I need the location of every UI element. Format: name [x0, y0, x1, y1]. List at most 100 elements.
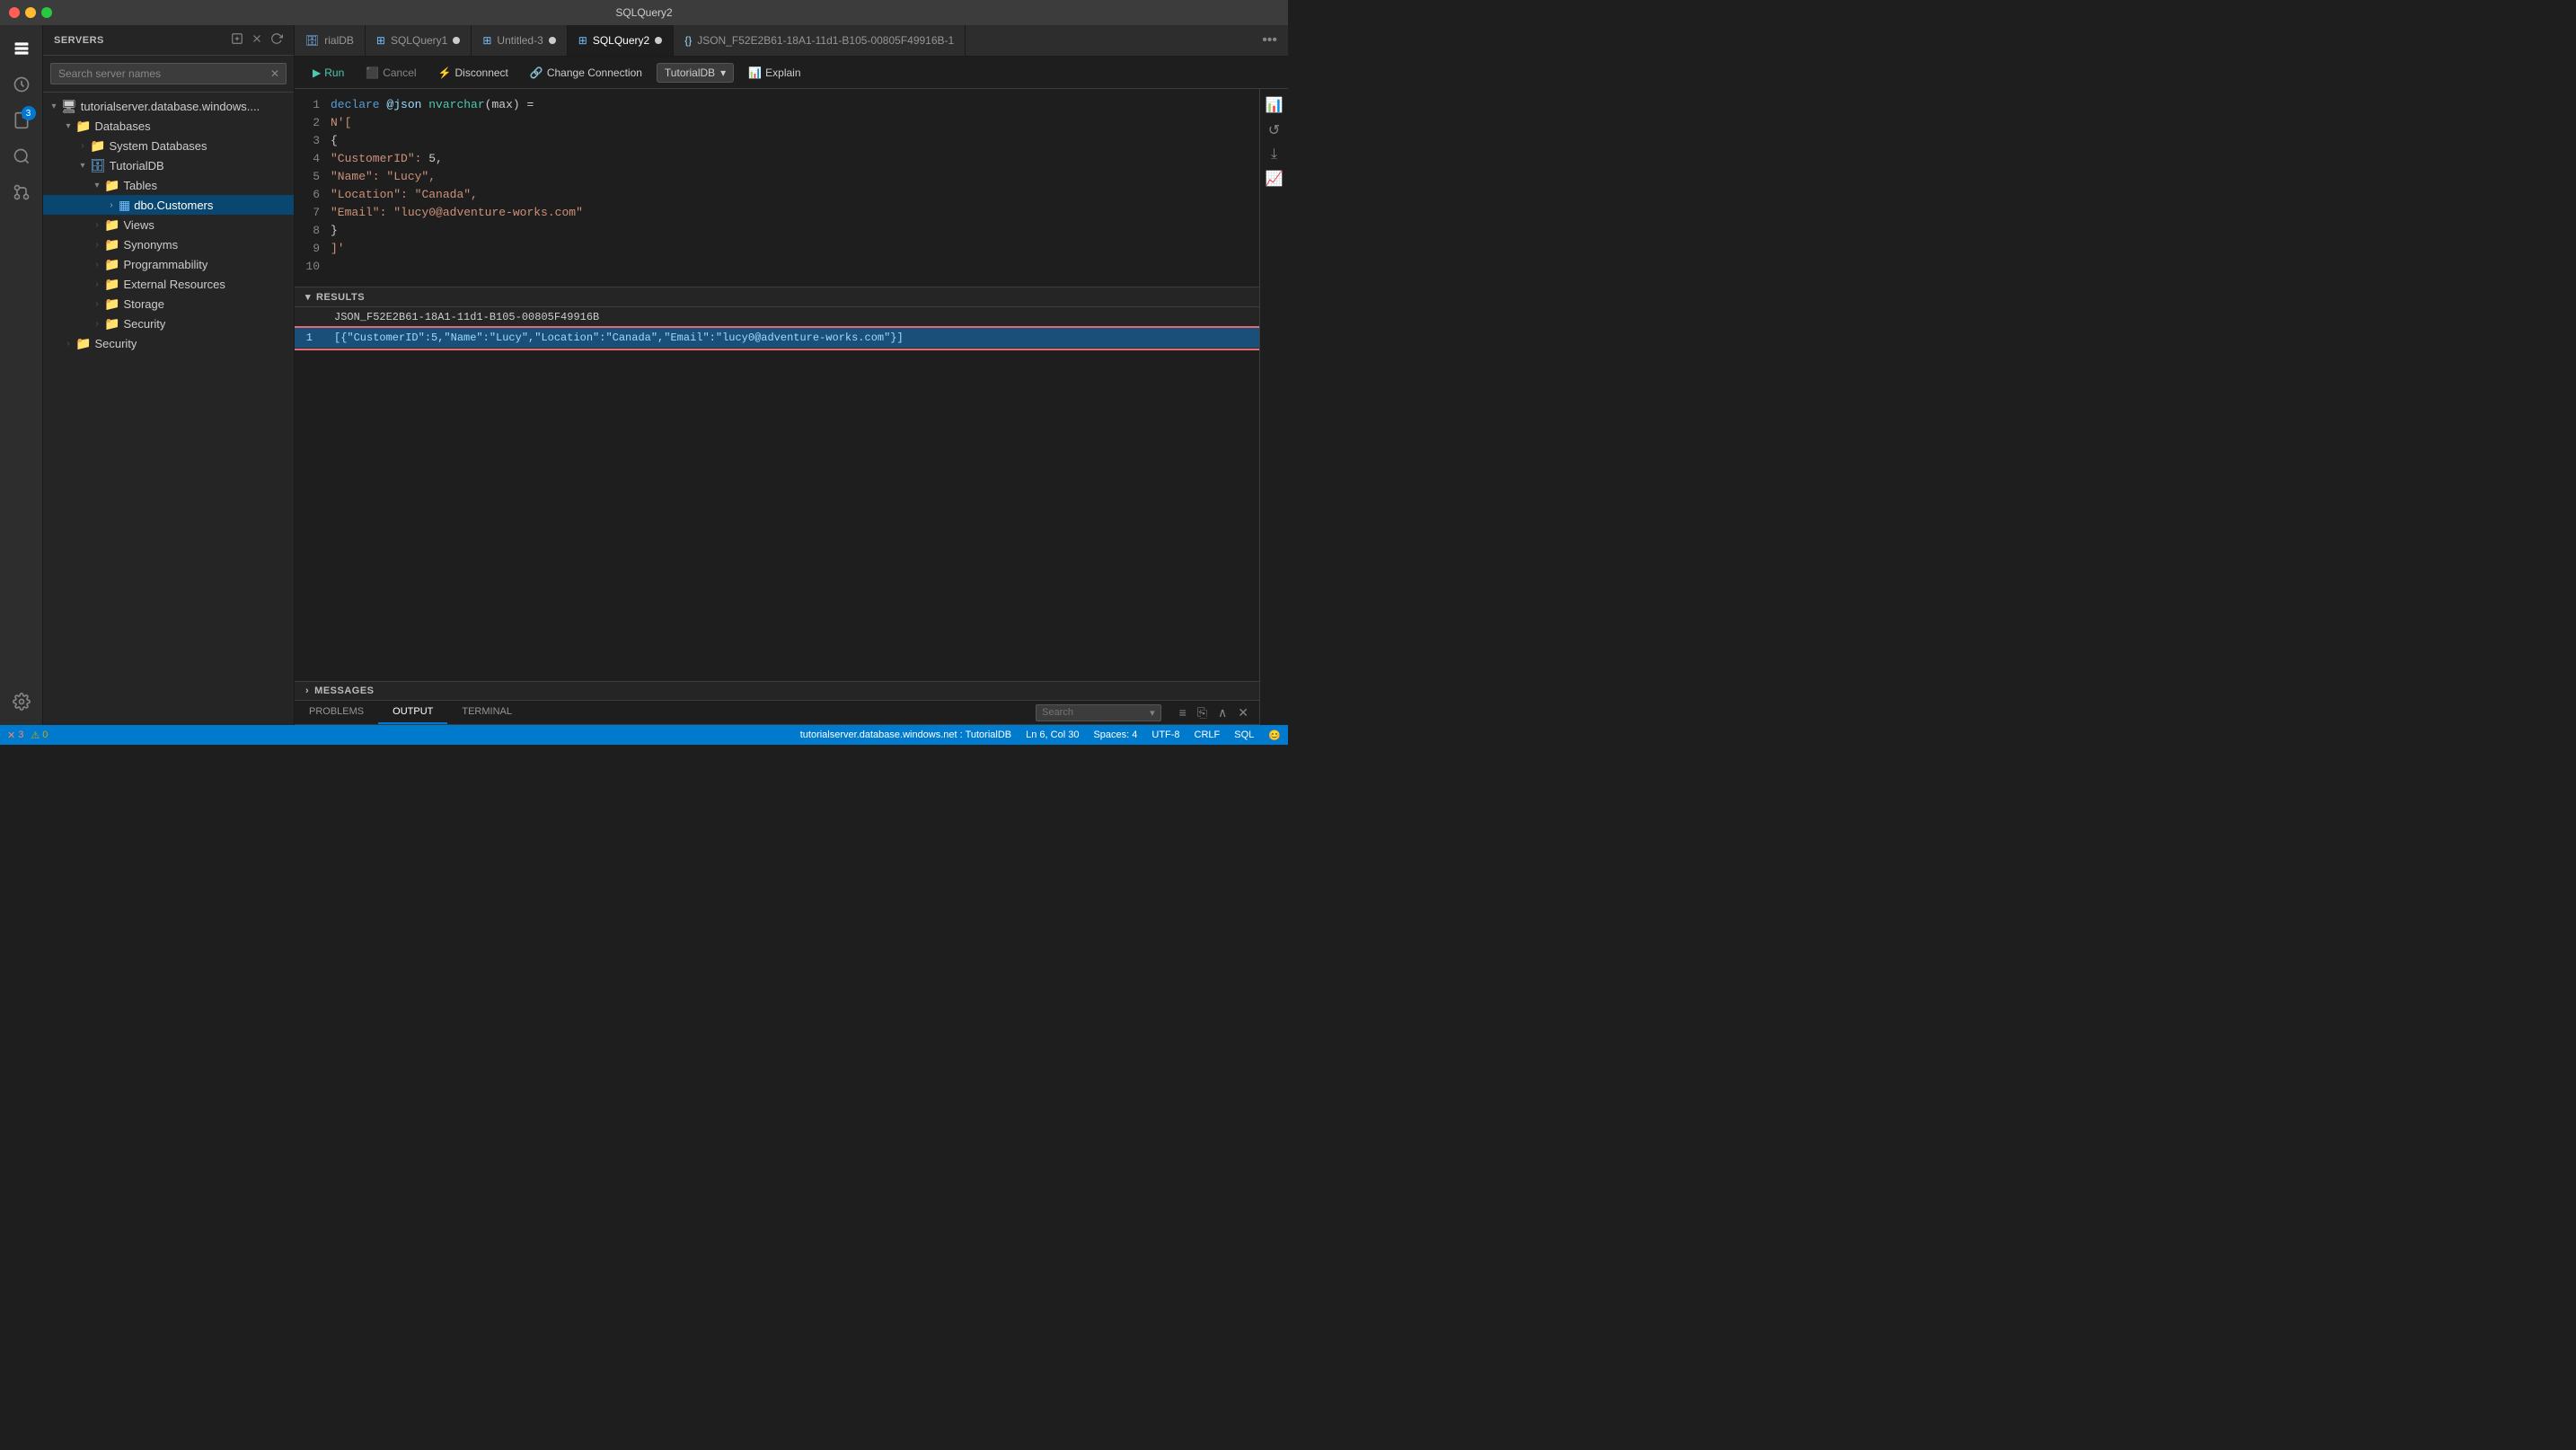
tree-dbo-customers[interactable]: › ▦ dbo.Customers: [43, 195, 294, 215]
search-clear-icon[interactable]: ✕: [270, 67, 279, 80]
tab-terminal[interactable]: TERMINAL: [447, 701, 526, 724]
messages-search-icon: ▾: [1150, 707, 1155, 719]
messages-header[interactable]: › MESSAGES: [295, 682, 1259, 701]
tree-tables[interactable]: ▾ 📁 Tables: [43, 175, 294, 195]
minimize-button[interactable]: [25, 7, 36, 18]
smiley-icon[interactable]: 😊: [1268, 729, 1281, 741]
change-connection-button[interactable]: 🔗 Change Connection: [523, 64, 649, 82]
activity-servers[interactable]: [5, 32, 38, 65]
result-row[interactable]: 1 [{"CustomerID":5,"Name":"Lucy","Locati…: [295, 328, 1259, 349]
tab-output[interactable]: OUTPUT: [378, 701, 447, 724]
tab-db-icon: 🗄: [305, 34, 319, 47]
tab-rialdb[interactable]: 🗄 rialDB: [295, 25, 366, 56]
activity-files[interactable]: 3: [5, 104, 38, 137]
tab-problems[interactable]: PROBLEMS: [295, 701, 378, 724]
scroll-up-icon[interactable]: ∧: [1214, 703, 1231, 722]
run-button[interactable]: ▶ Run: [305, 64, 351, 82]
connection-dropdown[interactable]: TutorialDB ▾: [657, 63, 734, 83]
error-count[interactable]: ✕ 3: [7, 729, 23, 741]
sidebar: SERVERS ✕ ▾ 🖥 tuto: [43, 25, 295, 725]
status-right: tutorialserver.database.windows.net : Tu…: [800, 729, 1281, 741]
traffic-lights: [9, 7, 52, 18]
views-chevron-icon: ›: [90, 220, 104, 230]
tab-more-button[interactable]: •••: [1251, 25, 1288, 56]
customers-label: dbo.Customers: [134, 199, 213, 212]
warning-count[interactable]: ⚠ 0: [31, 729, 48, 741]
maximize-button[interactable]: [41, 7, 52, 18]
tables-label: Tables: [123, 179, 157, 192]
storage-chevron-icon: ›: [90, 299, 104, 309]
tree-storage[interactable]: › 📁 Storage: [43, 294, 294, 314]
close-panel-icon[interactable]: ✕: [1234, 703, 1252, 722]
tab-sqlquery1[interactable]: ⊞ SQLQuery1: [366, 25, 472, 56]
tables-chevron-icon: ▾: [90, 181, 104, 190]
new-connection-icon[interactable]: [231, 32, 243, 48]
system-db-folder-icon: 📁: [90, 138, 105, 154]
line-ending-status: CRLF: [1195, 729, 1221, 740]
databases-chevron-icon: ▾: [61, 121, 75, 131]
results-body[interactable]: JSON_F52E2B61-18A1-11d1-B105-00805F49916…: [295, 307, 1259, 681]
explain-button[interactable]: 📊 Explain: [741, 64, 807, 82]
tree-security-server[interactable]: › 📁 Security: [43, 333, 294, 353]
activity-settings[interactable]: [5, 685, 38, 718]
tree-views[interactable]: › 📁 Views: [43, 215, 294, 234]
tree-server[interactable]: ▾ 🖥 tutorialserver.database.windows....: [43, 96, 294, 116]
language-status[interactable]: SQL: [1234, 729, 1254, 740]
tab-sql3-icon: ⊞: [578, 34, 587, 47]
tables-folder-icon: 📁: [104, 178, 119, 193]
tab-sql1-icon: ⊞: [376, 34, 385, 47]
messages-toolbar: ▾ ≡ ⎘ ∧ ✕: [1028, 701, 1259, 724]
security-db-folder-icon: 📁: [104, 316, 119, 332]
chart-bar-icon[interactable]: 📊: [1266, 96, 1284, 114]
tutorialdb-chevron-icon: ▾: [75, 161, 90, 171]
filter-icon[interactable]: ≡: [1176, 703, 1190, 721]
activity-search[interactable]: [5, 140, 38, 172]
copy-icon[interactable]: ⎘: [1194, 703, 1211, 722]
close-button[interactable]: [9, 7, 20, 18]
editor-main: 12345 678910 declare @json nvarchar(max)…: [295, 89, 1259, 725]
disconnect-button[interactable]: ⚡ Disconnect: [431, 64, 516, 82]
refresh-icon[interactable]: [270, 32, 283, 48]
tree-security-db[interactable]: › 📁 Security: [43, 314, 294, 333]
disconnect-toolbar-icon: ⚡: [438, 66, 452, 79]
customers-table-icon: ▦: [119, 198, 130, 213]
tree-synonyms[interactable]: › 📁 Synonyms: [43, 234, 294, 254]
search-input[interactable]: [50, 63, 287, 84]
tab-sqlquery2[interactable]: ⊞ SQLQuery2: [568, 25, 674, 56]
ext-chevron-icon: ›: [90, 279, 104, 289]
activity-bar: 3: [0, 25, 43, 725]
tab-untitled3-label: Untitled-3: [497, 34, 543, 47]
security-server-chevron-icon: ›: [61, 339, 75, 349]
code-editor[interactable]: 12345 678910 declare @json nvarchar(max)…: [295, 89, 1259, 287]
activity-history[interactable]: [5, 68, 38, 101]
cancel-icon: ⬛: [366, 66, 379, 79]
system-db-label: System Databases: [109, 139, 207, 153]
tree-tutorialdb[interactable]: ▾ 🗄 TutorialDB: [43, 155, 294, 175]
tree-databases[interactable]: ▾ 📁 Databases: [43, 116, 294, 136]
visualize-icon[interactable]: 📈: [1266, 170, 1284, 188]
activity-git[interactable]: [5, 176, 38, 208]
tree-programmability[interactable]: › 📁 Programmability: [43, 254, 294, 274]
status-left: ✕ 3 ⚠ 0: [7, 729, 48, 741]
results-table: JSON_F52E2B61-18A1-11d1-B105-00805F49916…: [295, 307, 1259, 349]
tab-json[interactable]: {} JSON_F52E2B61-18A1-11d1-B105-00805F49…: [674, 25, 966, 56]
messages-tabs: PROBLEMS OUTPUT TERMINAL ▾: [295, 701, 1259, 725]
server-icon: 🖥: [61, 99, 77, 114]
security-server-folder-icon: 📁: [75, 336, 91, 351]
tab-untitled3[interactable]: ⊞ Untitled-3: [472, 25, 567, 56]
title-bar: SQLQuery2: [0, 0, 1288, 25]
tutorialdb-label: TutorialDB: [110, 159, 164, 172]
tree-external-resources[interactable]: › 📁 External Resources: [43, 274, 294, 294]
tree-system-databases[interactable]: › 📁 System Databases: [43, 136, 294, 155]
security-db-label: Security: [123, 317, 165, 331]
tab-sqlquery1-label: SQLQuery1: [391, 34, 447, 47]
storage-label: Storage: [123, 297, 164, 311]
refresh-results-icon[interactable]: ↺: [1268, 121, 1280, 139]
messages-search-input[interactable]: [1042, 707, 1150, 718]
cancel-button[interactable]: ⬛ Cancel: [358, 64, 423, 82]
download-icon[interactable]: ⤓: [1271, 146, 1277, 163]
disconnect-icon[interactable]: [251, 32, 263, 48]
tab-json-icon: {}: [684, 34, 692, 47]
results-header[interactable]: ▾ RESULTS: [295, 287, 1259, 307]
code-content[interactable]: declare @json nvarchar(max) = N'[ { "Cus…: [331, 96, 1259, 279]
